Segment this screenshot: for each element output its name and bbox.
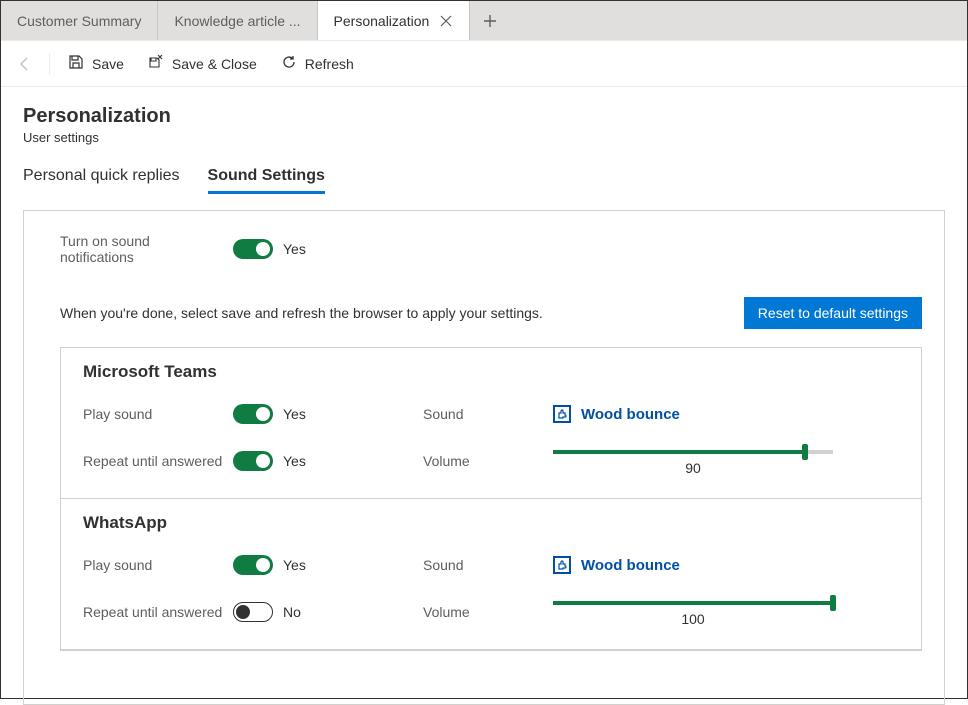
whatsapp-sound-name: Wood bounce xyxy=(581,557,680,574)
tab-bar: Customer Summary Knowledge article ... P… xyxy=(1,1,967,41)
channel-section-teams: Microsoft Teams Play sound Yes Sound Woo… xyxy=(61,348,921,499)
play-sound-label: Play sound xyxy=(83,557,233,573)
reset-defaults-button[interactable]: Reset to default settings xyxy=(744,297,922,329)
save-hint: When you're done, select save and refres… xyxy=(60,305,543,321)
whatsapp-volume-value: 100 xyxy=(553,611,833,627)
teams-repeat-value: Yes xyxy=(283,453,306,469)
close-icon[interactable] xyxy=(439,14,453,28)
refresh-button[interactable]: Refresh xyxy=(271,48,364,79)
refresh-icon xyxy=(281,54,297,73)
volume-label: Volume xyxy=(423,604,553,620)
teams-volume-slider[interactable]: 90 xyxy=(553,446,899,476)
repeat-label: Repeat until answered xyxy=(83,453,233,469)
save-icon xyxy=(68,54,84,73)
subtab-sound-settings[interactable]: Sound Settings xyxy=(208,167,325,194)
whatsapp-play-sound-value: Yes xyxy=(283,557,306,573)
sound-notifications-row: Turn on sound notifications Yes xyxy=(60,233,922,265)
tab-customer-summary[interactable]: Customer Summary xyxy=(1,1,158,40)
puzzle-icon xyxy=(553,556,571,574)
tab-label: Customer Summary xyxy=(17,13,141,29)
teams-play-sound-value: Yes xyxy=(283,406,306,422)
channel-title: Microsoft Teams xyxy=(83,362,899,382)
page-title: Personalization xyxy=(23,105,945,128)
subtab-personal-quick-replies[interactable]: Personal quick replies xyxy=(23,167,180,194)
tab-label: Knowledge article ... xyxy=(174,13,300,29)
whatsapp-repeat-toggle[interactable] xyxy=(233,602,273,622)
teams-repeat-toggle[interactable] xyxy=(233,451,273,471)
sound-label: Sound xyxy=(423,557,553,573)
channel-section-whatsapp: WhatsApp Play sound Yes Sound Wood bounc… xyxy=(61,499,921,650)
volume-label: Volume xyxy=(423,453,553,469)
page-subtitle: User settings xyxy=(23,130,945,145)
save-button[interactable]: Save xyxy=(58,48,134,79)
teams-play-sound-toggle[interactable] xyxy=(233,404,273,424)
whatsapp-repeat-value: No xyxy=(283,604,301,620)
channel-title: WhatsApp xyxy=(83,513,899,533)
tab-personalization[interactable]: Personalization xyxy=(318,1,471,40)
sub-tabs: Personal quick replies Sound Settings xyxy=(23,167,945,194)
teams-volume-value: 90 xyxy=(553,460,833,476)
save-label: Save xyxy=(92,56,124,72)
tab-knowledge-article[interactable]: Knowledge article ... xyxy=(158,1,317,40)
sound-notifications-label: Turn on sound notifications xyxy=(60,233,215,265)
back-button[interactable] xyxy=(9,48,41,80)
divider xyxy=(49,53,50,75)
refresh-label: Refresh xyxy=(305,56,354,72)
save-close-icon xyxy=(148,54,164,73)
whatsapp-play-sound-toggle[interactable] xyxy=(233,555,273,575)
hint-row: When you're done, select save and refres… xyxy=(60,297,922,329)
page: Personalization User settings Personal q… xyxy=(1,87,967,705)
tab-label: Personalization xyxy=(334,13,430,29)
puzzle-icon xyxy=(553,405,571,423)
new-tab-button[interactable] xyxy=(470,1,510,40)
save-close-label: Save & Close xyxy=(172,56,257,72)
whatsapp-volume-slider[interactable]: 100 xyxy=(553,597,899,627)
sound-label: Sound xyxy=(423,406,553,422)
settings-panel: Turn on sound notifications Yes When you… xyxy=(23,210,945,705)
channels-box: Microsoft Teams Play sound Yes Sound Woo… xyxy=(60,347,922,651)
save-close-button[interactable]: Save & Close xyxy=(138,48,267,79)
play-sound-label: Play sound xyxy=(83,406,233,422)
teams-sound-selector[interactable]: Wood bounce xyxy=(553,405,899,423)
repeat-label: Repeat until answered xyxy=(83,604,233,620)
sound-notifications-value: Yes xyxy=(283,241,306,257)
toolbar: Save Save & Close Refresh xyxy=(1,41,967,87)
whatsapp-sound-selector[interactable]: Wood bounce xyxy=(553,556,899,574)
teams-sound-name: Wood bounce xyxy=(581,406,680,423)
sound-notifications-toggle[interactable] xyxy=(233,239,273,259)
